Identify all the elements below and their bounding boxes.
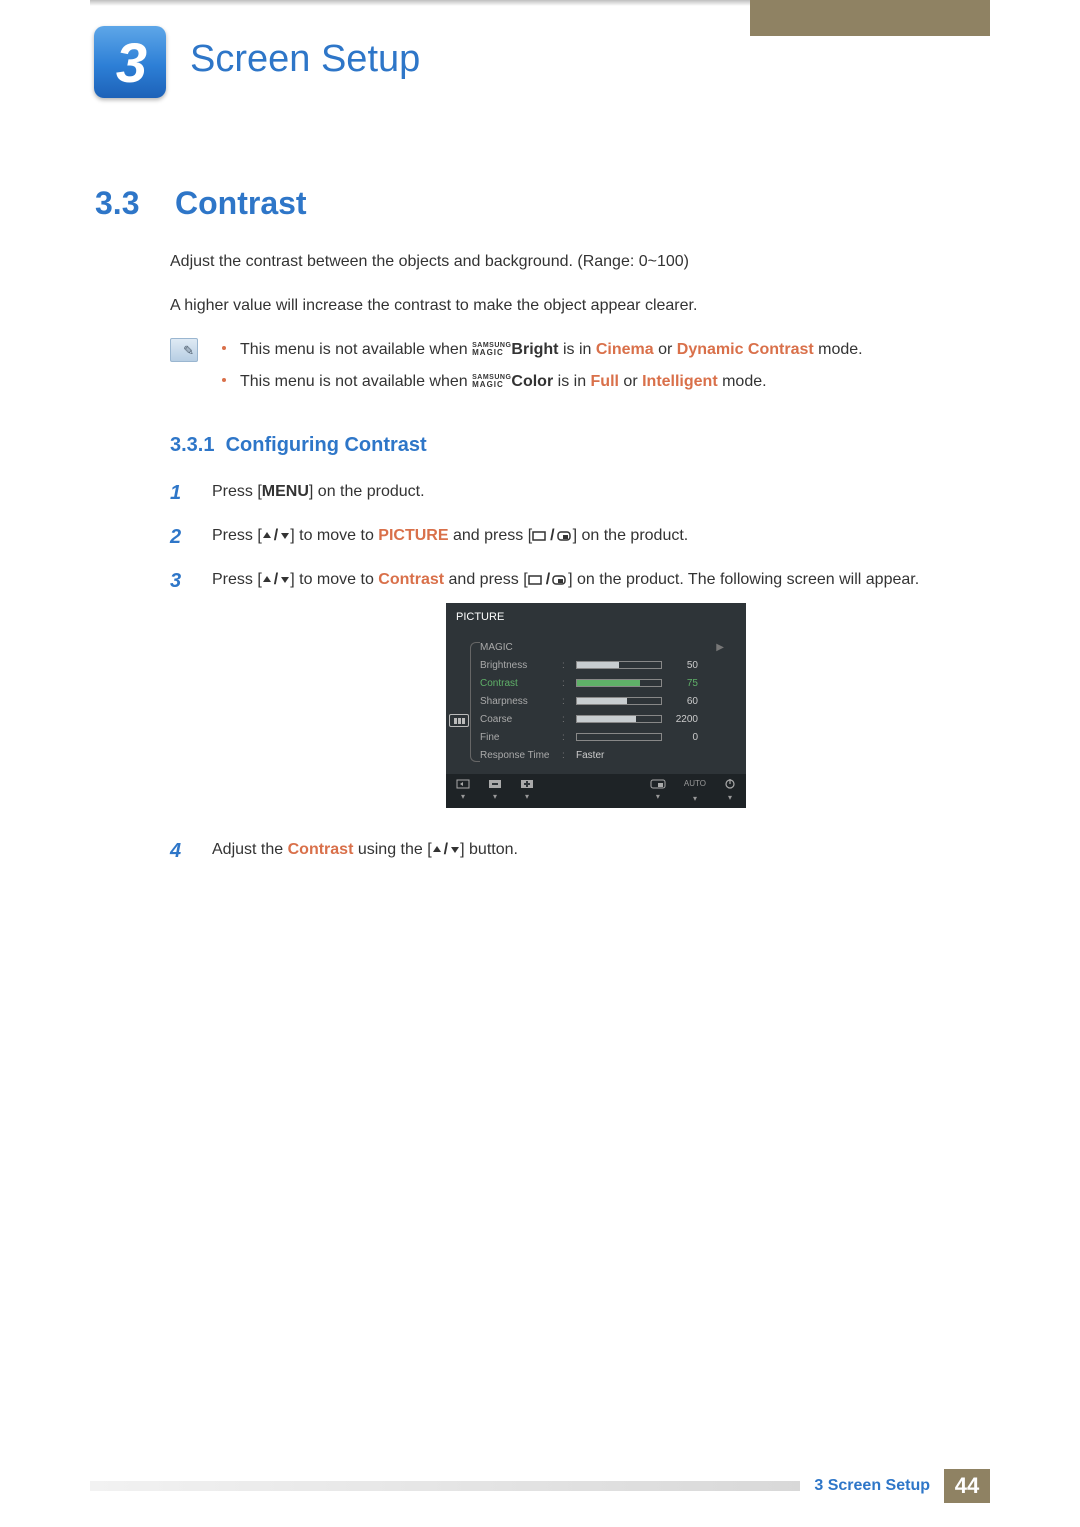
enter-source-icon: / — [532, 522, 572, 549]
section-number: 3.3 — [95, 185, 139, 222]
osd-power-icon: ▾ — [724, 778, 736, 805]
page-header-tab — [750, 0, 990, 36]
step-2: 2 Press [/] to move to PICTURE and press… — [170, 522, 980, 552]
up-down-icon: / — [432, 836, 460, 863]
osd-title: PICTURE — [446, 603, 746, 632]
enter-source-icon: / — [528, 566, 568, 593]
osd-plus-icon: ▾ — [520, 779, 534, 804]
steps-list: 1 Press [MENU] on the product. 2 Press [… — [170, 478, 980, 866]
chapter-title: Screen Setup — [190, 38, 420, 81]
note-block: This menu is not available when SAMSUNGM… — [170, 338, 980, 402]
osd-row-contrast: Contrast : 75 — [480, 674, 730, 692]
note-item-2: This menu is not available when SAMSUNGM… — [222, 370, 980, 394]
osd-row-response-time: Response Time : Faster — [480, 746, 730, 764]
intro-paragraph-1: Adjust the contrast between the objects … — [170, 250, 980, 274]
osd-screenshot: PICTURE MAGIC ▶ Brightness : — [446, 603, 746, 808]
note-list: This menu is not available when SAMSUNGM… — [222, 338, 980, 402]
osd-row-sharpness: Sharpness : 60 — [480, 692, 730, 710]
osd-back-icon: ▾ — [456, 779, 470, 804]
osd-row-fine: Fine : 0 — [480, 728, 730, 746]
osd-category-icon — [449, 714, 469, 727]
samsung-magic-logo: SAMSUNGMAGIC — [472, 374, 511, 389]
chevron-right-icon: ▶ — [716, 639, 730, 656]
osd-row-coarse: Coarse : 2200 — [480, 710, 730, 728]
intro-paragraph-2: A higher value will increase the contras… — [170, 294, 980, 318]
up-down-icon: / — [262, 522, 290, 549]
osd-enter-icon: ▾ — [650, 779, 666, 804]
up-down-icon: / — [262, 566, 290, 593]
content-body: Adjust the contrast between the objects … — [170, 250, 980, 880]
subsection-title: 3.3.1 Configuring Contrast — [170, 430, 980, 460]
footer-section-label: 3 Screen Setup — [800, 1477, 944, 1495]
chapter-number-badge: 3 — [94, 26, 166, 98]
page-footer: 3 Screen Setup 44 — [90, 1469, 990, 1503]
osd-minus-icon: ▾ — [488, 779, 502, 804]
section-title: Contrast — [175, 185, 307, 222]
note-icon — [170, 338, 198, 362]
samsung-magic-logo: SAMSUNGMAGIC — [472, 342, 511, 357]
osd-row-brightness: Brightness : 50 — [480, 656, 730, 674]
step-4: 4 Adjust the Contrast using the [/] butt… — [170, 836, 980, 866]
osd-row-magic: MAGIC ▶ — [480, 638, 730, 656]
osd-footer: ▾ ▾ ▾ ▾ AUTO▾ ▾ — [446, 774, 746, 808]
osd-bracket — [470, 642, 480, 762]
osd-auto-label: AUTO▾ — [684, 777, 706, 805]
step-3: 3 Press [/] to move to Contrast and pres… — [170, 566, 980, 822]
footer-bar-decoration — [90, 1481, 800, 1491]
step-1: 1 Press [MENU] on the product. — [170, 478, 980, 508]
note-item-1: This menu is not available when SAMSUNGM… — [222, 338, 980, 362]
footer-page-number: 44 — [944, 1469, 990, 1503]
chapter-number: 3 — [116, 30, 144, 95]
